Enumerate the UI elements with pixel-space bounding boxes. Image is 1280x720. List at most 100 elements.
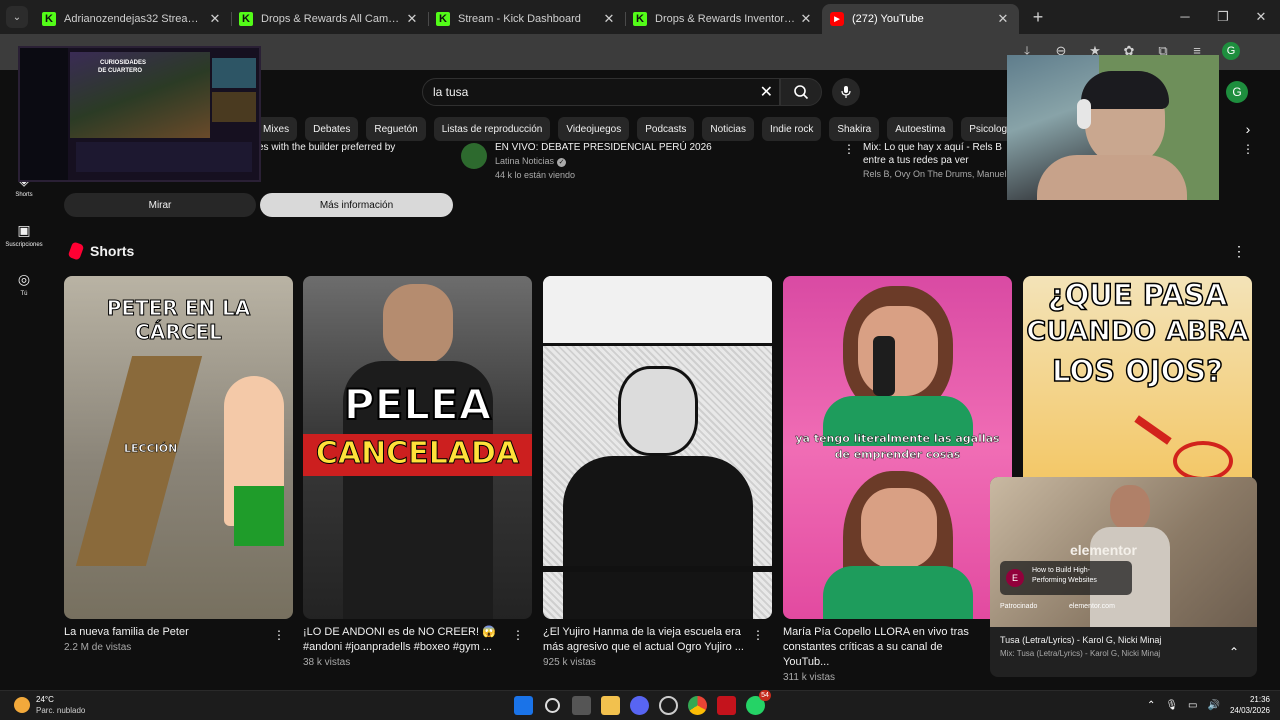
short-title-line2: más agresivo que el actual Ogro Yujiro .… <box>543 641 744 653</box>
tab-0[interactable]: K Adrianozendejas32 Stream - Watch Li ✕ <box>34 4 231 34</box>
system-tray: ⌃ 🎙 ▭ 🔊 21:36 24/03/2026 <box>1147 694 1270 716</box>
clear-search-icon[interactable]: ✕ <box>760 82 773 102</box>
search-input[interactable]: la tusa ✕ <box>422 78 780 106</box>
miniplayer-video[interactable]: elementor E How to Build High- Performin… <box>990 477 1257 627</box>
chip[interactable]: Noticias <box>702 117 754 141</box>
dota-icon[interactable] <box>717 696 736 715</box>
chevron-up-icon[interactable]: ⌃ <box>1229 645 1239 659</box>
close-tab-icon[interactable]: ✕ <box>798 11 814 27</box>
short-item[interactable]: ya tengo literalmente las agallas de emp… <box>783 276 1012 683</box>
miniplayer[interactable]: elementor E How to Build High- Performin… <box>990 477 1257 677</box>
video-item-mix[interactable]: Mix: Lo que hay x aquí - Rels B entre a … <box>863 142 1006 179</box>
more-options-icon[interactable]: ⋮ <box>752 628 764 642</box>
search-icon[interactable] <box>545 698 560 713</box>
task-view-icon[interactable] <box>572 696 591 715</box>
short-item[interactable]: PELEA CANCELADA ¡LO DE ANDONI es de NO C… <box>303 276 532 668</box>
caption-line2: de emprender cosas <box>834 448 961 461</box>
thumbnail-subcaption: LECCIÓN <box>124 442 178 456</box>
tab-3[interactable]: K Drops & Rewards Inventory - Kick Str ✕ <box>625 4 822 34</box>
minimize-icon[interactable]: ─ <box>1166 9 1204 25</box>
more-options-icon[interactable]: ⋮ <box>512 628 524 642</box>
more-options-icon[interactable]: ⋮ <box>1242 142 1254 156</box>
chip[interactable]: Podcasts <box>637 117 695 141</box>
discord-icon[interactable] <box>630 696 649 715</box>
ad-card[interactable]: E How to Build High- Performing Websites <box>1000 561 1132 595</box>
chrome-icon[interactable] <box>688 696 707 715</box>
maximize-icon[interactable]: ❐ <box>1204 9 1242 25</box>
channel-name: Latina Noticias <box>495 156 555 166</box>
chip[interactable]: Autoestima <box>887 117 954 141</box>
microphone-icon[interactable]: 🎙 <box>1165 700 1178 711</box>
chip[interactable]: Shakira <box>829 117 880 141</box>
short-thumbnail[interactable]: PETER EN LA CÁRCEL LECCIÓN <box>64 276 293 619</box>
video-title-line2: entre a tus redes pa ver <box>863 155 969 166</box>
account-avatar[interactable]: G <box>1226 81 1248 103</box>
chip[interactable]: Reguetón <box>366 117 426 141</box>
ad-line-1: How to Build High- <box>1032 567 1090 574</box>
shelf-title: Shorts <box>90 243 135 259</box>
short-title[interactable]: La nueva familia de Peter <box>64 625 293 640</box>
close-tab-icon[interactable]: ✕ <box>404 11 420 27</box>
tab-2[interactable]: K Stream - Kick Dashboard ✕ <box>428 4 625 34</box>
close-window-icon[interactable]: ✕ <box>1242 9 1280 25</box>
chip[interactable]: Listas de reproducción <box>433 117 551 141</box>
volume-icon[interactable]: 🔊 <box>1208 700 1220 711</box>
tab-title: Drops & Rewards All Campaigns - Kic <box>261 13 404 25</box>
search-button[interactable] <box>780 78 822 106</box>
close-tab-icon[interactable]: ✕ <box>207 11 223 27</box>
more-options-icon[interactable]: ⋮ <box>1232 243 1246 260</box>
network-icon[interactable]: ▭ <box>1188 700 1197 711</box>
tab-search-button[interactable]: ⌄ <box>6 6 28 28</box>
manga-head <box>618 366 698 456</box>
whatsapp-icon[interactable]: 54 <box>746 690 771 715</box>
short-item[interactable]: ¿El Yujiro Hanma de la vieja escuela era… <box>543 276 772 668</box>
tab-1[interactable]: K Drops & Rewards All Campaigns - Kic ✕ <box>231 4 428 34</box>
miniplayer-title[interactable]: Tusa (Letra/Lyrics) - Karol G, Nicki Min… <box>990 627 1257 645</box>
short-thumbnail[interactable] <box>543 276 772 619</box>
browser-profile-avatar[interactable]: G <box>1222 42 1240 60</box>
voice-search-button[interactable] <box>832 78 860 106</box>
chip[interactable]: Debates <box>305 117 359 141</box>
more-options-icon[interactable]: ⋮ <box>273 628 285 642</box>
tab-title: (272) YouTube <box>852 13 924 25</box>
thumbnail-caption: PELEA <box>343 379 492 430</box>
chips-next-arrow-icon[interactable]: › <box>1238 117 1258 141</box>
clock[interactable]: 21:36 24/03/2026 <box>1230 694 1270 716</box>
tab-4[interactable]: ▶ (272) YouTube ✕ <box>822 4 1019 34</box>
temperature: 24°C <box>36 695 54 704</box>
guide-you[interactable]: ◎ Tú <box>0 271 48 297</box>
channel-avatar[interactable] <box>461 143 487 169</box>
close-tab-icon[interactable]: ✕ <box>601 11 617 27</box>
kick-favicon-icon: K <box>436 12 450 26</box>
video-item-live[interactable]: EN VIVO: DEBATE PRESIDENCIAL PERÚ 2026 L… <box>495 142 712 180</box>
chip[interactable]: Videojuegos <box>558 117 630 141</box>
short-title-line2: #andoni #joanpradells #boxeo #gym ... <box>303 641 492 653</box>
person-top-2 <box>823 566 973 619</box>
short-title-line1: ¿El Yujiro Hanma de la vieja escuela era <box>543 626 741 638</box>
file-explorer-icon[interactable] <box>601 696 620 715</box>
short-item[interactable]: PETER EN LA CÁRCEL LECCIÓN La nueva fami… <box>64 276 293 653</box>
chip[interactable]: Mixes <box>255 117 298 141</box>
more-options-icon[interactable]: ⋮ <box>843 142 855 156</box>
short-thumbnail[interactable]: PELEA CANCELADA <box>303 276 532 619</box>
new-tab-button[interactable]: + <box>1027 7 1049 28</box>
guide-subscriptions[interactable]: ▣ Suscripciones <box>0 222 48 248</box>
more-info-button[interactable]: Más información <box>260 193 453 217</box>
short-title[interactable]: María Pía Copello LLORA en vivo tras con… <box>783 625 1012 670</box>
kick-favicon-icon: K <box>633 12 647 26</box>
short-thumbnail[interactable]: ya tengo literalmente las agallas de emp… <box>783 276 1012 619</box>
chevron-up-icon[interactable]: ⌃ <box>1147 700 1155 711</box>
chip[interactable]: Indie rock <box>761 117 822 141</box>
microphone-icon <box>841 86 851 98</box>
windows-start-icon[interactable] <box>514 696 533 715</box>
sponsored-label: Patrocinado <box>1000 603 1038 610</box>
obs-icon[interactable] <box>659 696 678 715</box>
short-title[interactable]: ¿El Yujiro Hanma de la vieja escuela era… <box>543 625 772 655</box>
weather-widget[interactable]: 24°C Parc. nublado <box>14 694 85 716</box>
watch-button[interactable]: Mirar <box>64 193 256 217</box>
short-title[interactable]: ¡LO DE ANDONI es de NO CREER! 😱 #andoni … <box>303 625 532 655</box>
close-tab-icon[interactable]: ✕ <box>995 11 1011 27</box>
ad-brand: elementor <box>1070 542 1137 558</box>
video-title-partial[interactable]: es with the builder preferred by <box>258 142 395 153</box>
ad-domain[interactable]: elementor.com <box>1069 603 1115 610</box>
